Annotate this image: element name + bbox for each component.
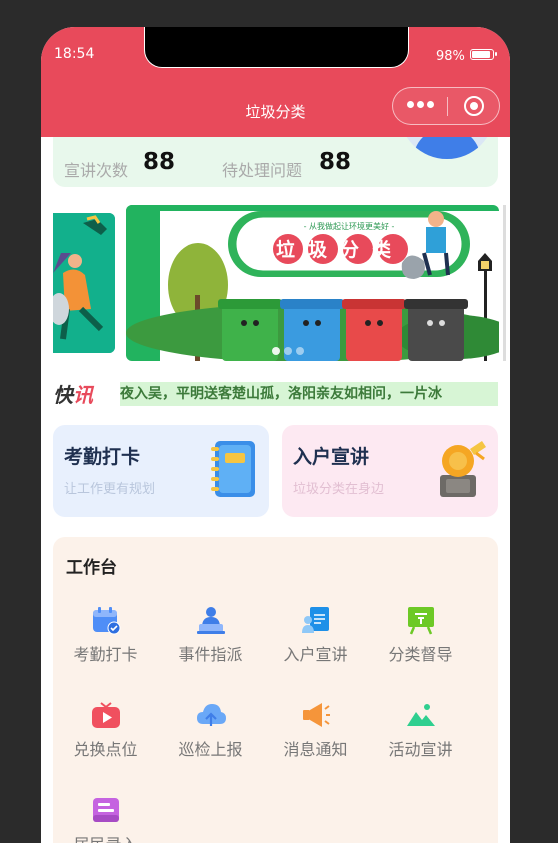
- nav-header: 18:54 98% 垃圾分类: [41, 27, 510, 137]
- megaphone-bell-icon: [440, 441, 486, 497]
- banner-slide-garbage-sorting[interactable]: - 从我做起让环境更美好 - 垃圾分类: [126, 205, 499, 361]
- close-target-icon[interactable]: [464, 96, 484, 116]
- mini-program-capsule: [392, 87, 500, 125]
- tool-label: 考勤打卡: [73, 645, 138, 664]
- tool-label: 入户宣讲: [283, 645, 348, 664]
- tool-label: 事件指派: [178, 645, 243, 664]
- tool-label: 活动宣讲: [388, 740, 453, 759]
- tool-home-visit[interactable]: 入户宣讲: [263, 605, 368, 675]
- news-scroll-text[interactable]: 夜入吴，平明送客楚山孤，洛阳亲友如相问，一片冰: [120, 382, 498, 406]
- megaphone-icon: [303, 703, 330, 727]
- avatar[interactable]: [399, 137, 495, 159]
- banner-slogan: - 从我做起让环境更美好 -: [304, 221, 395, 231]
- banner-slide-prev[interactable]: [53, 213, 115, 353]
- banner-title: 垃圾分类: [276, 238, 404, 261]
- home-visit-card-subtitle: 垃圾分类在身边: [293, 482, 385, 497]
- notebook-icon: [211, 441, 255, 497]
- attendance-card-title: 考勤打卡: [64, 446, 141, 468]
- tv-play-icon: [92, 702, 120, 728]
- tool-attendance[interactable]: 考勤打卡: [53, 605, 158, 675]
- tool-label: 分类督导: [388, 645, 453, 664]
- home-visit-card-title: 入户宣讲: [293, 446, 370, 468]
- more-menu-icon[interactable]: [407, 101, 434, 108]
- capsule-divider: [447, 97, 448, 116]
- pending-issues-value: 88: [319, 149, 352, 175]
- phone-screen: 18:54 98% 垃圾分类 宣讲次数 88 待处理问题 88 - 从我做起让环…: [41, 27, 510, 843]
- tool-sorting-supervision[interactable]: 分类督导: [368, 605, 473, 675]
- workbench-panel: 工作台 考勤打卡 事件指派 入户宣讲 分类督导 兑换点位 巡检上报 消息通知 活…: [53, 537, 498, 843]
- battery-percent: 98%: [436, 49, 465, 64]
- tool-notifications[interactable]: 消息通知: [263, 700, 368, 770]
- banner-carousel[interactable]: - 从我做起让环境更美好 - 垃圾分类: [53, 205, 506, 365]
- main-content[interactable]: 宣讲次数 88 待处理问题 88 - 从我做起让环境更美好 - 垃圾分类 快讯 …: [41, 137, 510, 843]
- news-ticker[interactable]: 快讯 夜入吴，平明送客楚山孤，洛阳亲友如相问，一片冰: [53, 379, 498, 409]
- page-scrollbar[interactable]: [503, 205, 506, 361]
- tool-activity-talks[interactable]: 活动宣讲: [368, 700, 473, 770]
- resident-form-icon: [93, 798, 119, 822]
- stats-card: 宣讲次数 88 待处理问题 88: [53, 137, 498, 187]
- tool-label: 兑换点位: [73, 740, 138, 759]
- attendance-card-subtitle: 让工作更有规划: [64, 482, 156, 497]
- attendance-card[interactable]: 考勤打卡 让工作更有规划: [53, 425, 269, 517]
- device-notch: [144, 27, 409, 68]
- workbench-title: 工作台: [66, 558, 117, 578]
- tool-inspection-report[interactable]: 巡检上报: [158, 700, 263, 770]
- home-visit-card[interactable]: 入户宣讲 垃圾分类在身边: [282, 425, 498, 517]
- talks-count-value: 88: [143, 149, 176, 175]
- tool-label: 消息通知: [283, 740, 348, 759]
- calendar-check-icon: [93, 607, 121, 635]
- mountain-image-icon: [407, 704, 435, 726]
- tool-event-assign[interactable]: 事件指派: [158, 605, 263, 675]
- tool-exchange-points[interactable]: 兑换点位: [53, 700, 158, 770]
- battery-icon: [470, 49, 497, 60]
- news-tag: 快讯: [53, 383, 93, 407]
- tool-label: 巡检上报: [178, 740, 243, 759]
- tool-resident-entry[interactable]: 居民录入: [53, 795, 158, 843]
- easel-icon: [408, 607, 434, 635]
- talks-count-label: 宣讲次数: [64, 161, 129, 180]
- presenter-icon: [302, 607, 329, 633]
- cloud-upload-icon: [197, 704, 226, 726]
- pending-issues-label: 待处理问题: [222, 161, 303, 180]
- tool-label: 居民录入: [53, 831, 158, 843]
- person-illustration-icon: [53, 213, 115, 353]
- garbage-sorting-illustration: - 从我做起让环境更美好 - 垃圾分类: [126, 205, 499, 361]
- person-laptop-icon: [197, 607, 225, 634]
- status-time: 18:54: [54, 46, 95, 62]
